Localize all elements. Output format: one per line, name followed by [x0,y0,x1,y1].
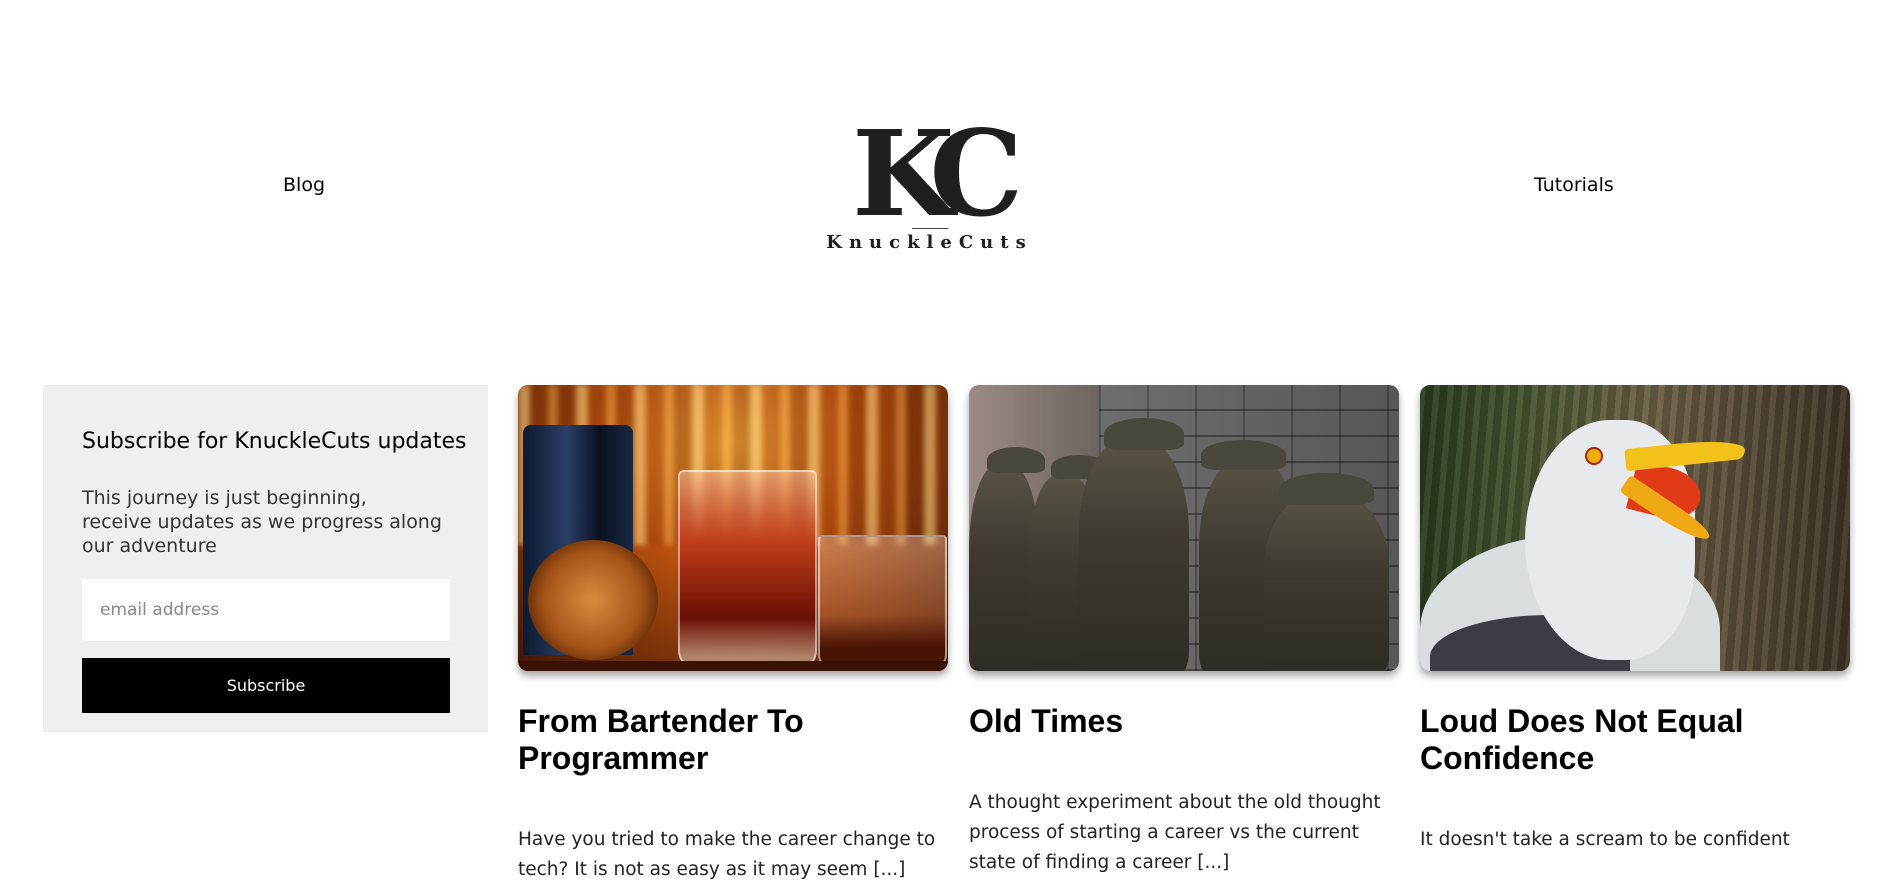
post-title[interactable]: Old Times [969,703,1399,740]
breadline-statues-image[interactable] [969,385,1399,671]
bar-strainer [528,540,658,660]
bar-cocktail-image[interactable] [518,385,948,671]
subscribe-button[interactable]: Subscribe [82,658,450,713]
nav-link-blog[interactable]: Blog [283,174,325,196]
post-card: From Bartender To Programmer Have you tr… [518,385,948,880]
logo-wordmark: KnuckleCuts [826,232,1033,253]
statue-hat [1104,418,1184,450]
cocktail-glass [678,470,817,669]
site-logo[interactable]: KC KnuckleCuts [822,104,1037,257]
email-field[interactable] [82,579,450,641]
post-title[interactable]: Loud Does Not Equal Confidence [1420,703,1850,777]
post-excerpt: A thought experiment about the old thoug… [969,792,1381,873]
subscribe-description: This journey is just beginning, receive … [82,487,442,557]
post-excerpt: It doesn't take a scream to be confident [1420,829,1790,850]
empty-glass [818,535,947,669]
statue-figure [1264,495,1389,671]
subscribe-title: Subscribe for KnuckleCuts updates [82,429,467,454]
post-card: Loud Does Not Equal Confidence It doesn'… [1420,385,1850,850]
logo-rule [912,228,948,229]
post-card: Old Times A thought experiment about the… [969,385,1399,873]
nav-link-tutorials[interactable]: Tutorials [1534,174,1614,196]
statue-hat [1279,473,1374,505]
screaming-seagull-image[interactable] [1420,385,1850,671]
logo-mark: KC [852,104,1023,243]
subscribe-panel: Subscribe for KnuckleCuts updates This j… [43,385,488,732]
site-header: Blog KC KnuckleCuts Tutorials [0,0,1886,320]
statue-hat [1201,440,1286,470]
post-excerpt: Have you tried to make the career change… [518,829,936,880]
statue-figure [1079,440,1189,671]
post-title[interactable]: From Bartender To Programmer [518,703,948,777]
statue-hat [987,447,1045,473]
gull-eye [1585,447,1603,465]
bar-counter [518,661,948,671]
